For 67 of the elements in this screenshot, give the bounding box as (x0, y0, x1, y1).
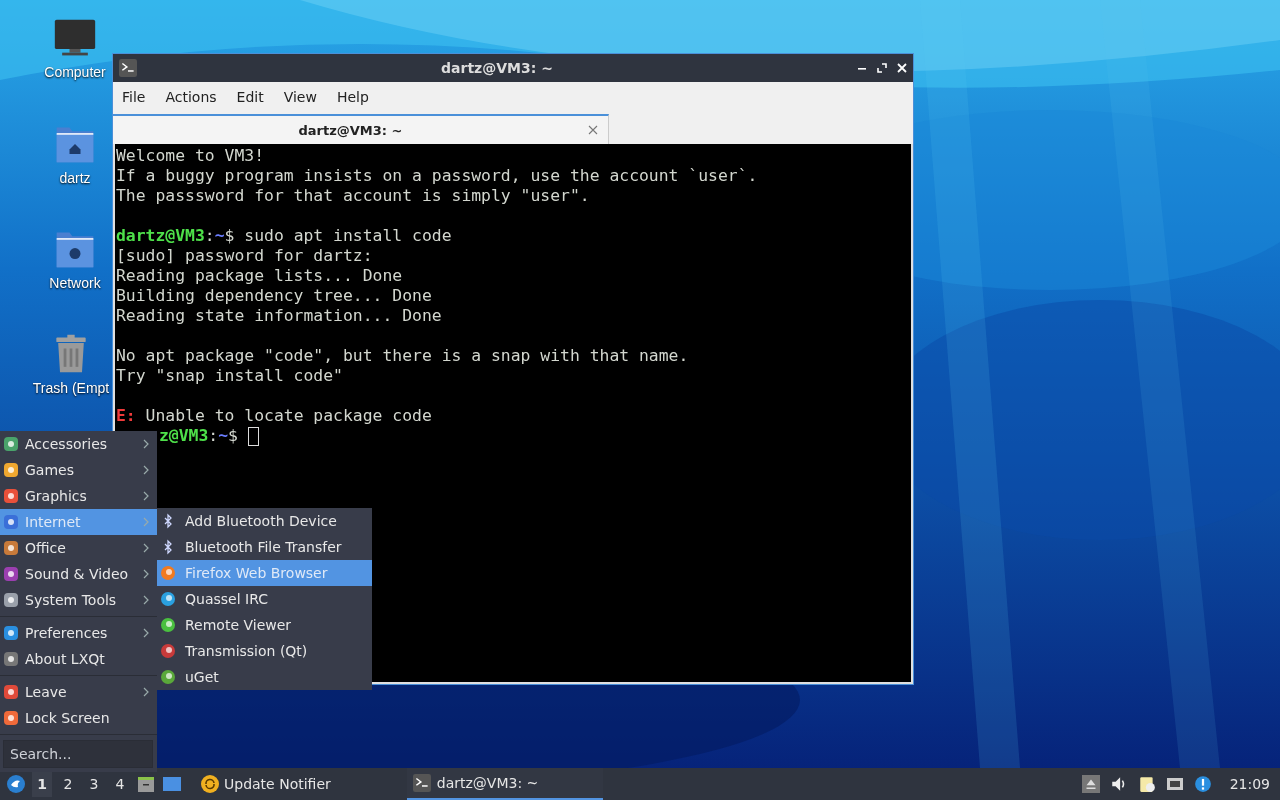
desktop-icon-label[interactable]: Trash (Empt (32, 380, 110, 396)
menu-item[interactable]: View (283, 89, 317, 105)
menu-entry[interactable]: Add Bluetooth Device (157, 508, 372, 534)
menu-entry[interactable]: uGet (157, 664, 372, 690)
clock[interactable]: 21:09 (1229, 776, 1270, 792)
terminal-text: $ (228, 426, 238, 446)
desktop-switcher[interactable]: 4 (110, 771, 130, 797)
menu-entry[interactable]: Remote Viewer (157, 612, 372, 638)
terminal-text: Try "snap install code" (116, 366, 343, 386)
desktop-switcher[interactable]: 3 (84, 771, 104, 797)
desktop-switcher[interactable]: 2 (58, 771, 78, 797)
taskbar-window-button[interactable]: dartz@VM3: ~ (406, 768, 603, 800)
bird-logo-icon[interactable] (6, 774, 26, 794)
alert-icon[interactable] (1193, 775, 1212, 793)
terminal-text: [sudo] password for dartz: (116, 246, 373, 266)
menu-entry[interactable]: Lock Screen (0, 705, 157, 731)
search-field[interactable]: Search... (3, 740, 153, 768)
terminal-text: If a buggy program insists on a password, use the account `user`. (116, 166, 758, 186)
desktop-icon-label[interactable]: Network (49, 275, 101, 291)
desktop-icon-label[interactable]: dartz (59, 170, 91, 186)
menu-entry[interactable]: Leave (0, 679, 157, 705)
terminal-text: z@VM3 (159, 426, 209, 446)
network-icon[interactable] (1165, 775, 1184, 793)
menu-entry[interactable]: Graphics (0, 483, 157, 509)
terminal-text: ~ (218, 426, 229, 446)
terminal-icon (119, 59, 137, 77)
update-notifier-button[interactable]: Update Notifier (200, 774, 331, 794)
menu-item[interactable]: Actions (165, 89, 217, 105)
terminal-text: The passsword for that account is simply "user". (116, 186, 590, 206)
file-cabinet-icon[interactable] (136, 774, 156, 794)
terminal-tab[interactable]: dartz@VM3: ~ (113, 114, 609, 144)
terminal-text: Reading state information... Done (116, 306, 442, 326)
terminal-text: : (208, 426, 219, 446)
terminal-text: E: (116, 406, 136, 426)
terminal-text: Building dependency tree... Done (116, 286, 432, 306)
terminal-text: Unable to locate package code (144, 406, 432, 426)
menu-entry[interactable]: Games (0, 457, 157, 483)
terminal-text: Reading package lists... Done (116, 266, 403, 286)
menu-entry[interactable]: Transmission (Qt) (157, 638, 372, 664)
terminal-text: Welcome to VM3! (116, 146, 265, 166)
window-title: dartz@VM3: ~ (440, 60, 554, 76)
update-icon (200, 774, 220, 794)
menu-entry[interactable]: Quassel IRC (157, 586, 372, 612)
menu-entry[interactable]: About LXQt (0, 646, 157, 672)
menu-entry[interactable]: Bluetooth File Transfer (157, 534, 372, 560)
menu-entry[interactable]: System Tools (0, 587, 157, 613)
menu-entry[interactable]: Sound & Video (0, 561, 157, 587)
clipboard-icon[interactable] (1137, 775, 1156, 793)
close-tab-icon[interactable] (588, 125, 598, 135)
menu-entry[interactable]: Office (0, 535, 157, 561)
terminal-text: ~ (214, 226, 225, 246)
desktop-icon[interactable] (162, 774, 182, 794)
restore-icon[interactable] (877, 63, 887, 73)
eject-icon[interactable] (1081, 775, 1100, 793)
desktop-switcher[interactable]: 1 (32, 771, 52, 797)
close-icon[interactable] (897, 63, 907, 73)
terminal-text: No apt package "code", but there is a snap with that name. (116, 346, 689, 366)
menu-item[interactable]: Help (336, 89, 369, 105)
menu-entry[interactable]: Preferences (0, 620, 157, 646)
terminal-icon (412, 774, 431, 792)
terminal-text: $ sudo apt install code (224, 226, 452, 246)
text-cursor (247, 426, 259, 446)
terminal-text: : (204, 226, 215, 246)
terminal-text: dartz@VM3 (116, 226, 205, 246)
menu-entry[interactable]: Accessories (0, 431, 157, 457)
menu-item[interactable]: File (122, 89, 146, 105)
menu-item[interactable]: Edit (236, 89, 264, 105)
